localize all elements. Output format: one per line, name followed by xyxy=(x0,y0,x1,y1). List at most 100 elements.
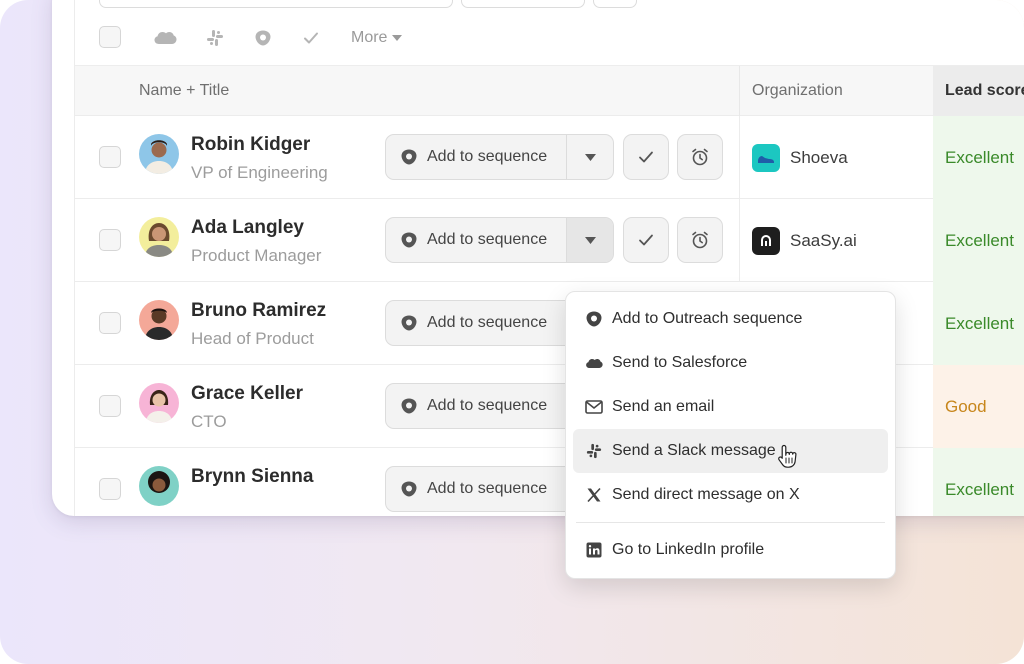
linkedin-icon xyxy=(585,541,603,559)
person-name[interactable]: Robin Kidger xyxy=(191,134,310,156)
mail-icon xyxy=(585,398,603,416)
organization-name: Shoeva xyxy=(790,147,848,167)
caret-down-icon xyxy=(392,35,403,41)
person-title: Product Manager xyxy=(191,246,322,265)
search-input[interactable] xyxy=(99,0,453,8)
row-checkbox[interactable] xyxy=(99,312,121,334)
outreach-icon xyxy=(401,398,417,414)
outreach-icon xyxy=(585,310,603,328)
person-name[interactable]: Bruno Ramirez xyxy=(191,300,326,322)
add-to-sequence-button[interactable]: Add to sequence xyxy=(386,218,567,262)
add-to-sequence-button[interactable]: Add to sequence xyxy=(386,301,567,345)
menu-item-label: Send a Slack message xyxy=(612,442,776,459)
avatar[interactable] xyxy=(139,466,179,506)
lead-score-cell: Good xyxy=(933,365,1024,448)
person-name[interactable]: Ada Langley xyxy=(191,217,304,239)
row-checkbox[interactable] xyxy=(99,146,121,168)
header-lead-score[interactable]: Lead score xyxy=(933,66,1024,116)
menu-item-label: Add to Outreach sequence xyxy=(612,310,803,327)
sequence-dropdown-toggle[interactable] xyxy=(567,135,613,179)
sequence-label: Add to sequence xyxy=(427,148,548,165)
menu-divider xyxy=(576,522,885,523)
sequence-actions-menu: Add to Outreach sequence Send to Salesfo… xyxy=(565,291,896,579)
lead-score-cell: Excellent xyxy=(933,448,1024,516)
outreach-icon xyxy=(401,232,417,248)
lead-score-cell: Excellent xyxy=(933,199,1024,282)
menu-item-label: Send direct message on X xyxy=(612,486,800,503)
outreach-icon xyxy=(401,481,417,497)
avatar[interactable] xyxy=(139,134,179,174)
person-name[interactable]: Grace Keller xyxy=(191,383,303,405)
table-row: Ada Langley Product Manager Add to seque… xyxy=(75,199,1024,282)
sequence-dropdown-toggle[interactable] xyxy=(567,218,613,262)
background-card: More Name + Title Organization Lead scor… xyxy=(0,0,1024,664)
reminder-button[interactable] xyxy=(677,217,723,263)
sequence-label: Add to sequence xyxy=(427,314,548,331)
saasy-logo xyxy=(752,226,780,255)
sequence-label: Add to sequence xyxy=(427,397,548,414)
organization-name: SaaSy.ai xyxy=(790,230,857,250)
outreach-icon xyxy=(401,315,417,331)
hand-pointer-cursor-icon xyxy=(778,444,797,468)
organization-cell[interactable]: SaaSy.ai xyxy=(739,199,933,282)
caret-down-icon xyxy=(584,153,596,161)
top-filter-bar xyxy=(75,0,1024,10)
table-row: Robin Kidger VP of Engineering Add to se… xyxy=(75,116,1024,199)
outreach-icon xyxy=(401,149,417,165)
menu-item-label: Send an email xyxy=(612,398,715,415)
avatar[interactable] xyxy=(139,217,179,257)
mark-done-button[interactable] xyxy=(623,134,669,180)
sequence-label: Add to sequence xyxy=(427,480,548,497)
menu-item-add-to-outreach[interactable]: Add to Outreach sequence xyxy=(573,297,888,341)
person-title: CTO xyxy=(191,412,227,431)
row-checkbox[interactable] xyxy=(99,229,121,251)
row-checkbox[interactable] xyxy=(99,395,121,417)
person-title: Head of Product xyxy=(191,329,314,348)
menu-item-send-email[interactable]: Send an email xyxy=(573,385,888,429)
check-icon xyxy=(639,151,653,163)
avatar[interactable] xyxy=(139,383,179,423)
shoeva-logo xyxy=(752,143,780,172)
salesforce-icon[interactable] xyxy=(153,26,177,50)
organization-cell[interactable]: Shoeva xyxy=(739,116,933,199)
outreach-icon[interactable] xyxy=(251,26,275,50)
menu-item-send-slack[interactable]: Send a Slack message xyxy=(573,429,888,473)
add-to-sequence-split-button: Add to sequence xyxy=(385,134,614,180)
select-all-checkbox[interactable] xyxy=(99,26,121,48)
menu-item-send-to-salesforce[interactable]: Send to Salesforce xyxy=(573,341,888,385)
alarm-clock-icon xyxy=(692,148,708,166)
filter-button[interactable] xyxy=(593,0,637,8)
lead-score-cell: Excellent xyxy=(933,116,1024,199)
slack-icon[interactable] xyxy=(203,26,227,50)
check-icon[interactable] xyxy=(299,26,323,50)
filter-dropdown[interactable] xyxy=(461,0,585,8)
salesforce-icon xyxy=(585,354,603,372)
lead-score-cell: Excellent xyxy=(933,282,1024,365)
header-name-title[interactable]: Name + Title xyxy=(139,66,229,116)
check-icon xyxy=(639,234,653,246)
add-to-sequence-button[interactable]: Add to sequence xyxy=(386,135,567,179)
table-header: Name + Title Organization Lead score xyxy=(75,66,1024,116)
menu-item-label: Send to Salesforce xyxy=(612,354,748,371)
caret-down-icon xyxy=(584,236,596,244)
mark-done-button[interactable] xyxy=(623,217,669,263)
menu-item-label: Go to LinkedIn profile xyxy=(612,541,765,558)
add-to-sequence-button[interactable]: Add to sequence xyxy=(386,467,567,511)
add-to-sequence-split-button: Add to sequence xyxy=(385,217,614,263)
person-title: VP of Engineering xyxy=(191,163,328,182)
row-checkbox[interactable] xyxy=(99,478,121,500)
x-icon xyxy=(585,486,603,504)
bulk-actions-toolbar: More xyxy=(75,10,1024,66)
alarm-clock-icon xyxy=(692,231,708,249)
add-to-sequence-button[interactable]: Add to sequence xyxy=(386,384,567,428)
reminder-button[interactable] xyxy=(677,134,723,180)
menu-item-send-x-message[interactable]: Send direct message on X xyxy=(573,473,888,517)
more-menu-button[interactable]: More xyxy=(351,26,403,50)
avatar[interactable] xyxy=(139,300,179,340)
menu-item-linkedin-profile[interactable]: Go to LinkedIn profile xyxy=(573,528,888,572)
more-label: More xyxy=(351,29,388,46)
slack-icon xyxy=(585,442,603,460)
header-organization[interactable]: Organization xyxy=(739,66,933,116)
sequence-label: Add to sequence xyxy=(427,231,548,248)
person-name[interactable]: Brynn Sienna xyxy=(191,466,313,488)
